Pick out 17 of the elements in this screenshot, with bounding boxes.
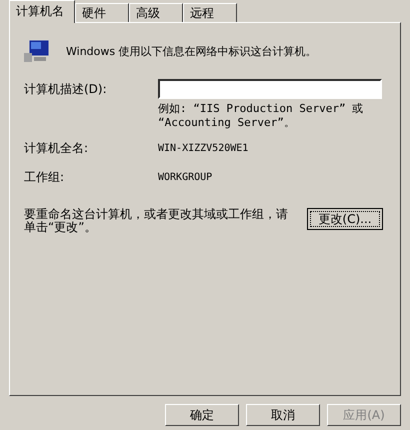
tab[interactable]: 计算机名 xyxy=(9,0,75,23)
computer-icon xyxy=(24,39,50,63)
example-text: 例如: “IIS Production Server” 或 “Accounting Server”。 xyxy=(158,102,364,130)
change-button[interactable]: 更改(C)... xyxy=(307,208,383,230)
description-input[interactable] xyxy=(158,79,382,99)
tab[interactable]: 硬件 xyxy=(75,3,129,22)
tab[interactable]: 远程 xyxy=(183,3,237,22)
field-label: 计算机全名: xyxy=(24,140,90,157)
dialog-button[interactable]: 确定 xyxy=(165,404,239,426)
description-label: 计算机描述(D): xyxy=(24,80,108,98)
field-value: WORKGROUP xyxy=(158,172,212,183)
dialog-button[interactable]: 取消 xyxy=(246,404,320,426)
field-label: 工作组: xyxy=(24,169,66,186)
rename-text: 要重命名这台计算机，或者更改其域或工作组，请单击“更改”。 xyxy=(24,208,289,234)
tab[interactable]: 高级 xyxy=(129,3,183,22)
intro-text: Windows 使用以下信息在网络中标识这台计算机。 xyxy=(66,44,317,58)
field-value: WIN-XIZZV520WE1 xyxy=(158,143,248,154)
